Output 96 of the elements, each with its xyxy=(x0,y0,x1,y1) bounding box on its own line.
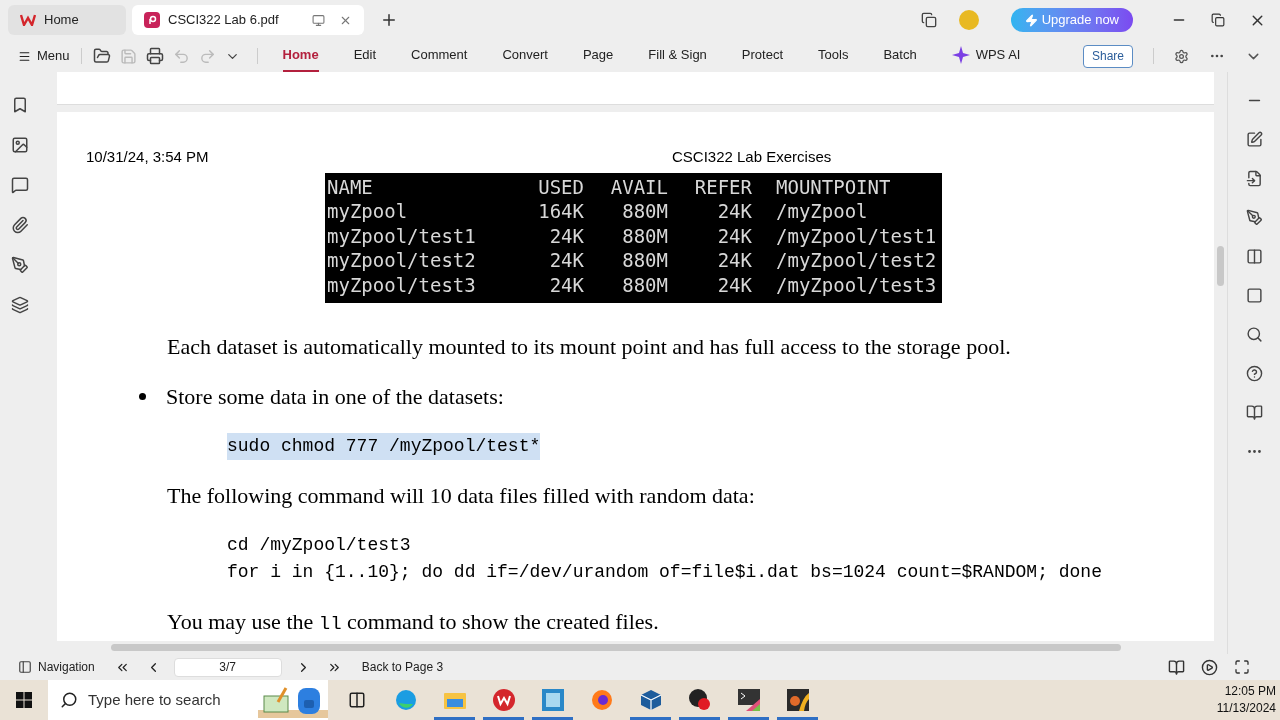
menu-icon xyxy=(18,49,31,63)
sparkle-icon xyxy=(951,46,970,64)
bullet-text: Store some data in one of the datasets: xyxy=(166,382,504,411)
cube-icon[interactable] xyxy=(639,689,662,711)
ribbon-tab[interactable]: Page xyxy=(582,40,614,72)
paragraph: You may use the ll command to show the created files. xyxy=(166,607,659,637)
pen-icon[interactable] xyxy=(10,256,29,274)
terminal-heading: USED xyxy=(537,174,584,199)
taskbar-search-field[interactable]: Type here to search xyxy=(48,680,328,720)
terminal-cell-text: myZpool/test3 xyxy=(327,272,477,297)
terminal-heading: AVAIL xyxy=(609,174,668,199)
window-icon[interactable] xyxy=(920,12,937,28)
terminal-cell-text: 24K xyxy=(716,272,752,297)
print-icon[interactable] xyxy=(145,47,164,65)
terminal-heading: REFER xyxy=(693,174,752,199)
terminal-cell-text: 24K xyxy=(716,199,752,224)
ribbon-tab[interactable]: Tools xyxy=(818,40,849,72)
file-icon[interactable] xyxy=(1245,170,1263,187)
page-number-field[interactable]: 3/7 xyxy=(173,657,282,677)
ribbon-tab[interactable]: WPS AI xyxy=(951,40,1021,72)
new-tab-icon[interactable] xyxy=(380,11,398,29)
comment-icon[interactable] xyxy=(10,176,29,194)
panel-icon[interactable] xyxy=(18,660,32,674)
image-icon[interactable] xyxy=(10,136,29,154)
terminal-icon[interactable] xyxy=(737,689,760,711)
code-line: for i in {1..10}; do dd if=/dev/urandom of=file$i.dat bs=1024 count=$RANDOM; done xyxy=(227,560,1102,584)
task-view-icon[interactable] xyxy=(347,691,366,709)
paragraph: The following command will 10 data files filled with random data: xyxy=(166,481,755,510)
recorder-icon[interactable] xyxy=(687,688,712,712)
header-title: CSCI322 Lab Exercises xyxy=(672,147,832,167)
ribbon-tab[interactable]: Edit xyxy=(353,40,377,72)
ribbon-tab[interactable]: Fill & Sign xyxy=(648,40,707,72)
clock-time[interactable]: 12:05 PM xyxy=(1224,683,1276,700)
search-icon[interactable] xyxy=(1245,326,1263,343)
app-logo-icon xyxy=(20,12,36,28)
terminal-cell-text: 880M xyxy=(621,199,668,224)
terminal-cell-text: /myZpool/test2 xyxy=(775,248,937,273)
back-to-page-link[interactable]: Back to Page 3 xyxy=(361,658,444,676)
restore-icon[interactable] xyxy=(1211,13,1225,27)
terminal-cell-text: 24K xyxy=(548,272,584,297)
search-icon xyxy=(60,691,78,709)
share-button[interactable]: Share xyxy=(1082,44,1133,68)
play-icon[interactable] xyxy=(1201,658,1218,676)
paragraph: Each dataset is automatically mounted to its mount point and has full access to the storage pool. xyxy=(166,332,1011,361)
edit-icon[interactable] xyxy=(1245,131,1263,148)
menu-button[interactable]: Menu xyxy=(18,46,70,66)
ribbon-tab[interactable]: Convert xyxy=(502,40,548,72)
ribbon-tab[interactable]: Batch xyxy=(883,40,917,72)
layers-icon[interactable] xyxy=(10,296,29,314)
document-icon[interactable] xyxy=(1245,287,1263,304)
reading-mode-icon[interactable] xyxy=(1168,658,1185,676)
open-folder-icon[interactable] xyxy=(92,47,111,65)
header-date: 10/31/24, 3:54 PM xyxy=(86,147,210,167)
columns-icon[interactable] xyxy=(1245,248,1263,265)
app-window-icon[interactable] xyxy=(541,689,564,711)
firefox-icon[interactable] xyxy=(590,689,613,711)
pen-icon[interactable] xyxy=(1245,209,1263,226)
terminal-cell-text: /myZpool xyxy=(775,199,868,224)
terminal-cell-text: 164K xyxy=(537,199,584,224)
terminal-cell-text: 880M xyxy=(621,223,668,248)
terminal-cell-text: 24K xyxy=(548,223,584,248)
book-icon[interactable] xyxy=(1245,404,1263,421)
tab[interactable]: CSCI322 Lab 6.pdf xyxy=(132,5,364,35)
upgrade-button[interactable]: Upgrade now xyxy=(1010,8,1133,32)
clock-date[interactable]: 11/13/2024 xyxy=(1216,700,1276,717)
help-icon[interactable] xyxy=(1245,365,1263,382)
pdf-file-icon xyxy=(144,12,160,28)
terminal-cell-text: 24K xyxy=(548,248,584,273)
folder-icon[interactable] xyxy=(443,690,466,710)
paperclip-icon[interactable] xyxy=(10,216,29,234)
bullet-icon xyxy=(139,393,146,400)
terminal-cell-text: /myZpool/test3 xyxy=(775,272,937,297)
scrollbar-thumb[interactable] xyxy=(1217,246,1224,286)
terminal-heading: NAME xyxy=(327,174,374,199)
fullscreen-icon[interactable] xyxy=(1234,659,1250,675)
lightning-icon xyxy=(1024,13,1038,27)
terminal-cell-text: 880M xyxy=(621,272,668,297)
terminal-cell-text: /myZpool/test1 xyxy=(775,223,937,248)
terminal-cell-text: 24K xyxy=(716,248,752,273)
monitor-icon[interactable] xyxy=(312,13,325,27)
terminal-cell-text: 880M xyxy=(621,248,668,273)
terminal-cell-text: 24K xyxy=(716,223,752,248)
settings-icon[interactable] xyxy=(1174,48,1189,64)
windows-start-icon[interactable] xyxy=(16,692,32,708)
terminal-heading: MOUNTPOINT xyxy=(775,174,891,199)
terminal-cell-text: myZpool/test1 xyxy=(327,223,477,248)
ribbon-tab[interactable]: Protect xyxy=(741,40,784,72)
terminal-cell-text: myZpool/test2 xyxy=(327,248,477,273)
ribbon-tab[interactable]: Comment xyxy=(411,40,468,72)
scrollbar-thumb[interactable] xyxy=(111,644,1121,651)
app-icon[interactable] xyxy=(786,689,809,711)
tab[interactable]: Home xyxy=(8,5,126,35)
terminal-cell-text: myZpool xyxy=(327,199,409,224)
navigation-label[interactable]: Navigation xyxy=(38,658,95,676)
code-line: cd /myZpool/test3 xyxy=(227,533,411,557)
wps-app-icon[interactable] xyxy=(491,688,516,712)
